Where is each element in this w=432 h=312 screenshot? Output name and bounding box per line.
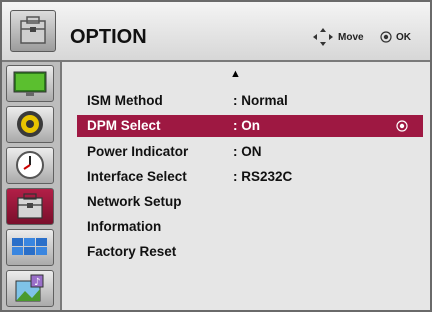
toolbox-icon (10, 10, 56, 52)
sidebar-item-picture-id[interactable] (6, 229, 54, 266)
scroll-up-arrow[interactable]: ▲ (230, 68, 241, 80)
toolbox-icon (17, 193, 43, 219)
menu-item-information[interactable]: Information (77, 216, 423, 238)
ok-icon (380, 31, 392, 46)
sidebar-item-option[interactable] (6, 188, 54, 225)
menu-item-network-setup[interactable]: Network Setup (77, 191, 423, 213)
osd-window: OPTION Move OK ♪ ▲ ISM Method: Normal D… (0, 0, 432, 312)
menu-item-label: ISM Method (87, 93, 163, 108)
menu-item-interface-select[interactable]: Interface Select : RS232C (77, 166, 423, 188)
category-sidebar: ♪ (2, 62, 62, 310)
sidebar-item-picture[interactable] (6, 65, 54, 102)
sidebar-item-sound[interactable] (6, 106, 54, 143)
menu-item-label: Interface Select (87, 169, 187, 184)
menu-item-ism-method[interactable]: ISM Method : Normal (77, 90, 423, 112)
menu-item-value: : ON (233, 144, 262, 159)
menu-item-label: Information (87, 219, 162, 234)
svg-text:♪: ♪ (34, 277, 40, 288)
clock-icon (16, 151, 44, 179)
sidebar-item-time[interactable] (6, 147, 54, 184)
speaker-icon (17, 111, 43, 137)
monitor-icon (13, 71, 47, 96)
ok-select-icon (396, 120, 408, 135)
menu-item-value: : On (233, 118, 260, 133)
header-bar: OPTION Move OK (2, 2, 430, 62)
page-title: OPTION (70, 26, 147, 48)
menu-item-label: DPM Select (87, 118, 161, 133)
ok-hint-label: OK (396, 32, 411, 43)
menu-item-label: Factory Reset (87, 244, 177, 259)
move-hint-label: Move (338, 32, 364, 43)
sidebar-item-photo[interactable]: ♪ (6, 270, 54, 307)
move-icon (312, 27, 334, 50)
menu-item-dpm-select[interactable]: DPM Select : On (77, 115, 423, 137)
menu-item-factory-reset[interactable]: Factory Reset (77, 241, 423, 263)
photo-icon: ♪ (15, 274, 44, 302)
menu-item-value: : Normal (233, 93, 288, 108)
multi-screen-icon (12, 238, 47, 255)
menu-item-label: Network Setup (87, 194, 182, 209)
menu-item-power-indicator[interactable]: Power Indicator : ON (77, 141, 423, 163)
menu-item-label: Power Indicator (87, 144, 189, 159)
menu-item-value: : RS232C (233, 169, 293, 184)
